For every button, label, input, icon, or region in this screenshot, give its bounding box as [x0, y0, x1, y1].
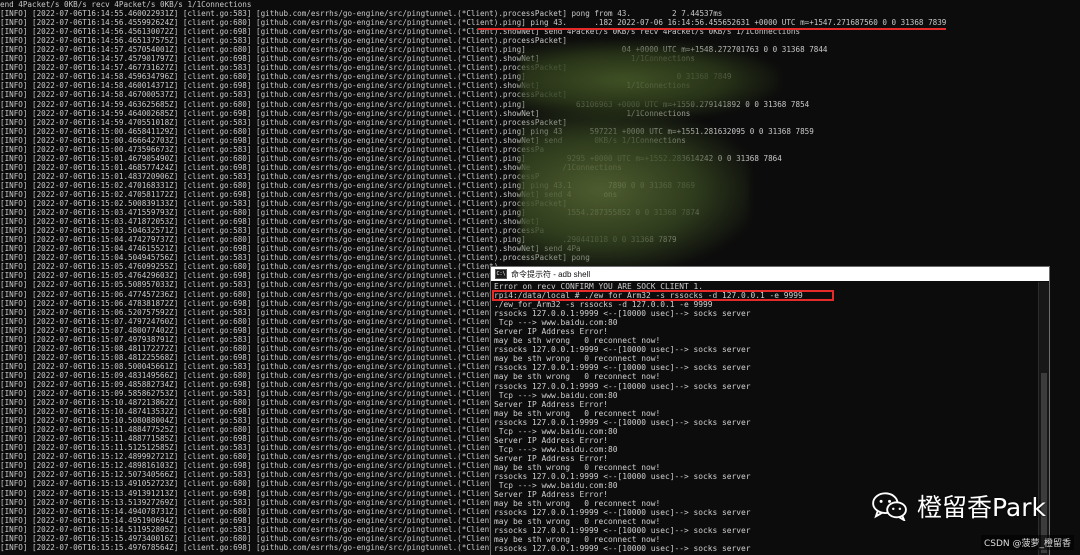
wechat-icon: [872, 492, 907, 521]
shell-line: rssocks 127.0.0.1:9999 <--[10000 usec]--…: [494, 345, 751, 355]
shell-line: Server IP Address Error!: [494, 327, 609, 337]
shell-line: Server IP Address Error!: [494, 399, 609, 409]
scroll-thumb[interactable]: [1041, 373, 1047, 553]
redacted-area-middle: [520, 110, 750, 270]
shell-line: may be sth wrong 0 reconnect now!: [494, 354, 661, 364]
shell-line: rssocks 127.0.0.1:9999 <--[10000 usec]--…: [494, 363, 751, 373]
log-line: [INFO] [2022-07-06T16:14:56.455992624Z] …: [0, 18, 947, 28]
shell-line: ./ew_for_Arm32 -s rssocks -d 127.0.0.1 -…: [494, 300, 713, 310]
cmd-icon: C:\: [495, 269, 507, 279]
shell-line: rssocks 127.0.0.1:9999 <--[10000 usec]--…: [494, 309, 751, 319]
shell-line: Tcp ---> www.baidu.com:80: [494, 318, 618, 328]
watermark-text: 橙留香Park: [916, 493, 1046, 522]
shell-line: rssocks 127.0.0.1:9999 <--[10000 usec]--…: [494, 417, 751, 427]
shell-line: Server IP Address Error!: [494, 453, 609, 463]
shell-line: rssocks 127.0.0.1:9999 <--[10000 usec]--…: [494, 381, 751, 391]
shell-line: Server IP Address Error!: [494, 435, 609, 445]
shell-titlebar[interactable]: C:\ 命令提示符 - adb shell: [491, 267, 1049, 281]
shell-line: rssocks 127.0.0.1:9999 <--[10000 usec]--…: [494, 544, 751, 554]
shell-line: Tcp ---> www.baidu.com:80: [494, 390, 618, 400]
shell-line: may be sth wrong 0 reconnect now!: [494, 535, 661, 545]
shell-line: Tcp ---> www.baidu.com:80: [494, 444, 618, 454]
log-line: [INFO] [2022-07-06T16:14:55.460022931Z] …: [0, 9, 723, 19]
redacted-area-upper: [520, 40, 780, 120]
highlight-box: [492, 290, 834, 301]
csdn-credit: CSDN @菠萝_橙留香: [980, 535, 1074, 550]
shell-line: rssocks 127.0.0.1:9999 <--[10000 usec]--…: [494, 471, 751, 481]
shell-line: rssocks 127.0.0.1:9999 <--[10000 usec]--…: [494, 526, 751, 536]
highlight-underline: [478, 28, 946, 30]
shell-line: may be sth wrong 0 reconnect now!: [494, 372, 661, 382]
shell-line: may be sth wrong 0 reconnect now!: [494, 462, 661, 472]
watermark: 橙留香Park: [871, 488, 1046, 524]
shell-line: may be sth wrong 0 reconnect now!: [494, 336, 661, 346]
shell-line: may be sth wrong 0 reconnect now!: [494, 408, 661, 418]
shell-line: Tcp ---> www.baidu.com:80: [494, 426, 618, 436]
log-line: end 4Packet/s 0KB/s recv 4Packet/s 0KB/s…: [0, 0, 252, 9]
shell-title: 命令提示符 - adb shell: [511, 269, 591, 279]
